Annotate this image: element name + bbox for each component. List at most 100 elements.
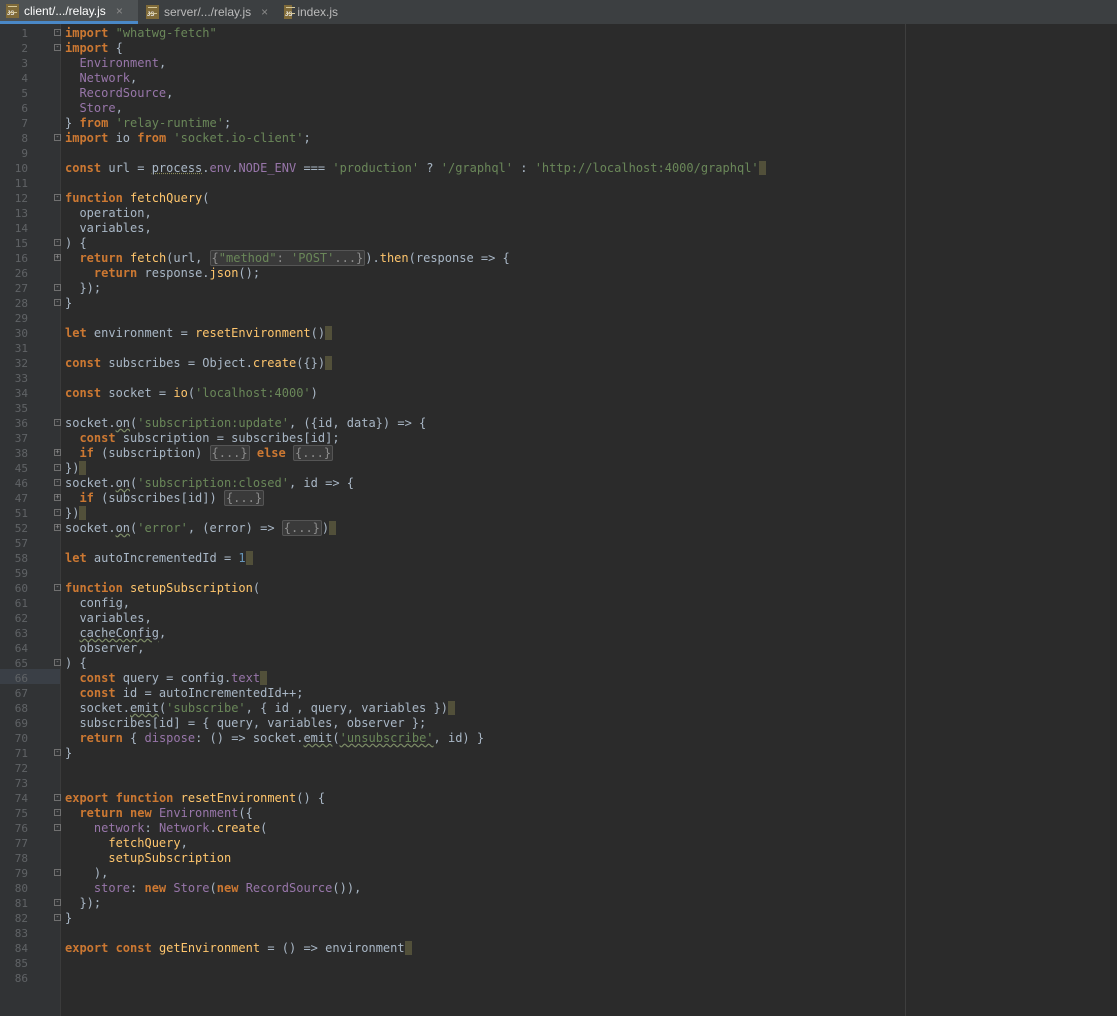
code-text[interactable]: const id = autoIncrementedId++; <box>65 686 303 701</box>
fold-collapse-icon[interactable]: - <box>54 809 61 816</box>
code-line[interactable]: 51 -}) <box>0 506 1117 521</box>
code-text[interactable]: socket.on('subscription:closed', id => { <box>65 476 354 491</box>
code-text[interactable]: Environment, <box>65 56 166 71</box>
code-line[interactable]: 69 subscribes[id] = { query, variables, … <box>0 716 1117 731</box>
code-line[interactable]: 65 -) { <box>0 656 1117 671</box>
code-line[interactable]: 35 <box>0 401 1117 416</box>
code-line[interactable]: 27 - }); <box>0 281 1117 296</box>
code-text[interactable]: Store, <box>65 101 122 116</box>
fold-expand-icon[interactable]: + <box>54 524 61 531</box>
code-text[interactable]: } <box>65 746 72 761</box>
code-text[interactable]: return fetch(url, {"method": 'POST'...})… <box>65 250 510 266</box>
code-text[interactable]: export function resetEnvironment() { <box>65 791 325 806</box>
code-text[interactable]: ) { <box>65 236 87 251</box>
code-text[interactable]: } from 'relay-runtime'; <box>65 116 231 131</box>
fold-collapse-icon[interactable]: - <box>54 239 61 246</box>
code-line[interactable]: 37 const subscription = subscribes[id]; <box>0 431 1117 446</box>
fold-collapse-icon[interactable]: - <box>54 419 61 426</box>
close-icon[interactable]: × <box>261 5 268 19</box>
code-text[interactable]: socket.on('subscription:update', ({id, d… <box>65 416 426 431</box>
code-line[interactable]: 46 - socket.on('subscription:closed', id =… <box>0 476 1117 491</box>
code-line[interactable]: 66 const query = config.text <box>0 671 1117 686</box>
code-text[interactable]: const socket = io('localhost:4000') <box>65 386 318 401</box>
code-line[interactable]: 31 <box>0 341 1117 356</box>
code-line[interactable]: 83 <box>0 926 1117 941</box>
code-text[interactable]: Network, <box>65 71 137 86</box>
code-text[interactable]: const query = config.text <box>65 671 268 686</box>
code-line[interactable]: 67 const id = autoIncrementedId++; <box>0 686 1117 701</box>
code-text[interactable]: setupSubscription <box>65 851 231 866</box>
code-line[interactable]: 57 <box>0 536 1117 551</box>
code-line[interactable]: 11 <box>0 176 1117 191</box>
code-line[interactable]: 14 variables, <box>0 221 1117 236</box>
code-line[interactable]: 33 <box>0 371 1117 386</box>
code-line[interactable]: 4 Network, <box>0 71 1117 86</box>
code-line[interactable]: 36 - socket.on('subscription:update', ({id… <box>0 416 1117 431</box>
code-text[interactable]: import "whatwg-fetch" <box>65 26 217 41</box>
code-line[interactable]: 29 <box>0 311 1117 326</box>
code-text[interactable]: variables, <box>65 611 151 626</box>
code-text[interactable]: if (subscription) {...} else {...} <box>65 445 334 461</box>
code-text[interactable]: cacheConfig, <box>65 626 166 641</box>
code-line[interactable]: 52 + socket.on('error', (error) => {...}) <box>0 520 1117 536</box>
code-text[interactable]: config, <box>65 596 130 611</box>
code-line[interactable]: 81 - }); <box>0 896 1117 911</box>
code-text[interactable]: ), <box>65 866 108 881</box>
fold-collapse-icon[interactable]: - <box>54 899 61 906</box>
code-text[interactable]: fetchQuery, <box>65 836 187 851</box>
fold-collapse-icon[interactable]: - <box>54 509 61 516</box>
code-line[interactable]: 71 -} <box>0 746 1117 761</box>
code-text[interactable]: return response.json(); <box>65 266 260 281</box>
code-line[interactable]: 34 const socket = io('localhost:4000') <box>0 386 1117 401</box>
code-line[interactable]: 80 store: new Store(new RecordSource()), <box>0 881 1117 896</box>
code-text[interactable]: const subscription = subscribes[id]; <box>65 431 339 446</box>
code-text[interactable]: return new Environment({ <box>65 806 252 821</box>
tab-client-relay[interactable]: JS client/.../relay.js × <box>0 0 138 24</box>
code-text[interactable]: variables, <box>65 221 151 236</box>
code-text[interactable]: const url = process.env.NODE_ENV === 'pr… <box>65 161 766 176</box>
code-line[interactable]: 73 <box>0 776 1117 791</box>
code-line[interactable]: 38 + if (subscription) {...} else {...} <box>0 445 1117 461</box>
fold-collapse-icon[interactable]: - <box>54 299 61 306</box>
fold-expand-icon[interactable]: + <box>54 254 61 261</box>
code-text[interactable]: RecordSource, <box>65 86 173 101</box>
code-line[interactable]: 6 Store, <box>0 101 1117 116</box>
code-text[interactable]: return { dispose: () => socket.emit('uns… <box>65 731 484 746</box>
code-line[interactable]: 70 return { dispose: () => socket.emit('… <box>0 731 1117 746</box>
code-line[interactable]: 15 -) { <box>0 236 1117 251</box>
code-text[interactable]: store: new Store(new RecordSource()), <box>65 881 361 896</box>
code-text[interactable]: socket.on('error', (error) => {...}) <box>65 520 337 536</box>
code-line[interactable]: 3 Environment, <box>0 56 1117 71</box>
code-line[interactable]: 9 <box>0 146 1117 161</box>
code-line[interactable]: 72 <box>0 761 1117 776</box>
fold-collapse-icon[interactable]: - <box>54 749 61 756</box>
code-line[interactable]: 79 - ), <box>0 866 1117 881</box>
code-text[interactable]: if (subscribes[id]) {...} <box>65 490 265 506</box>
code-line[interactable]: 5 RecordSource, <box>0 86 1117 101</box>
code-line[interactable]: 7} from 'relay-runtime'; <box>0 116 1117 131</box>
code-text[interactable]: let environment = resetEnvironment() <box>65 326 333 341</box>
close-icon[interactable]: × <box>116 4 123 18</box>
code-text[interactable]: let autoIncrementedId = 1 <box>65 551 253 566</box>
code-text[interactable]: network: Network.create( <box>65 821 267 836</box>
code-line[interactable]: 58 let autoIncrementedId = 1 <box>0 551 1117 566</box>
code-line[interactable]: 28 -} <box>0 296 1117 311</box>
fold-collapse-icon[interactable]: - <box>54 659 61 666</box>
fold-collapse-icon[interactable]: - <box>54 134 61 141</box>
code-line[interactable]: 47 + if (subscribes[id]) {...} <box>0 490 1117 506</box>
tab-server-relay[interactable]: JS server/.../relay.js × <box>140 0 275 24</box>
code-line[interactable]: 76 - network: Network.create( <box>0 821 1117 836</box>
code-line[interactable]: 82 -} <box>0 911 1117 926</box>
code-text[interactable]: export const getEnvironment = () => envi… <box>65 941 412 956</box>
code-line[interactable]: 77 fetchQuery, <box>0 836 1117 851</box>
code-line[interactable]: 61 config, <box>0 596 1117 611</box>
code-text[interactable]: } <box>65 296 72 311</box>
fold-collapse-icon[interactable]: - <box>54 794 61 801</box>
code-text[interactable]: import io from 'socket.io-client'; <box>65 131 311 146</box>
fold-collapse-icon[interactable]: - <box>54 44 61 51</box>
code-line[interactable]: 59 <box>0 566 1117 581</box>
code-line[interactable]: 78 setupSubscription <box>0 851 1117 866</box>
code-line[interactable]: 16 + return fetch(url, {"method": 'POST'.… <box>0 250 1117 266</box>
code-line[interactable]: 45 -}) <box>0 461 1117 476</box>
code-line[interactable]: 10 const url = process.env.NODE_ENV === '… <box>0 161 1117 176</box>
